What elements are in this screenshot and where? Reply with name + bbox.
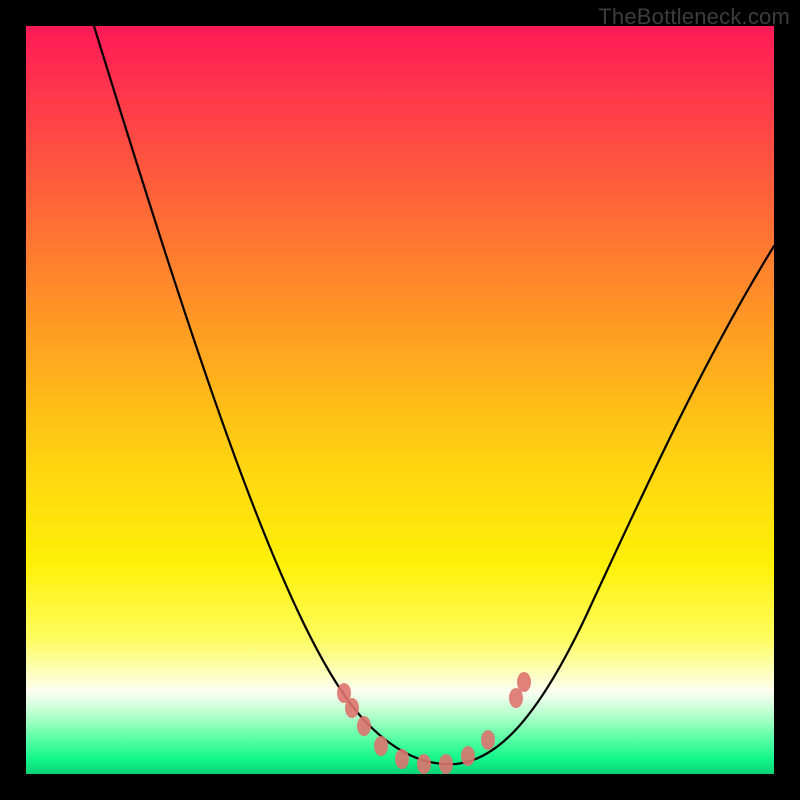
- curve-marker: [345, 698, 359, 718]
- chart-svg: [26, 26, 774, 774]
- curve-marker: [357, 716, 371, 736]
- bottleneck-curve: [94, 26, 774, 764]
- curve-marker: [439, 754, 453, 774]
- curve-marker: [517, 672, 531, 692]
- curve-marker: [509, 688, 523, 708]
- curve-marker: [461, 746, 475, 766]
- curve-marker: [395, 749, 409, 769]
- watermark-text: TheBottleneck.com: [598, 4, 790, 30]
- curve-marker: [374, 736, 388, 756]
- curve-marker: [481, 730, 495, 750]
- chart-frame: TheBottleneck.com: [0, 0, 800, 800]
- curve-marker: [417, 754, 431, 774]
- marker-group: [337, 672, 531, 774]
